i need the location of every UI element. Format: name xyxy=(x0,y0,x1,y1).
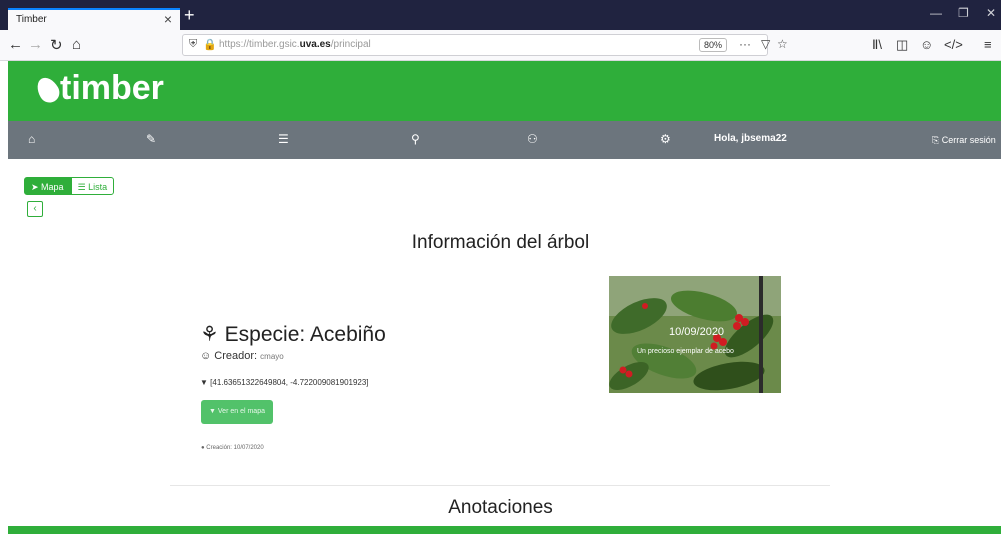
clock-icon: ● xyxy=(201,445,205,451)
view-on-map-label: Ver en el mapa xyxy=(217,408,265,415)
photo-caption: Un precioso ejemplar de acebo xyxy=(637,348,734,355)
tree-photo[interactable]: 10/09/2020 Un precioso ejemplar de acebo xyxy=(609,276,781,393)
devtools-icon[interactable]: </> xyxy=(944,37,963,52)
map-marker-icon: ▼ xyxy=(200,378,208,387)
main-navbar: ⌂ ✎ ☰ ⚲ ⚇ ⚙ Hola, jbsema22 ⎘ Cerrar sesi… xyxy=(8,121,1001,159)
forward-arrow-icon[interactable]: → xyxy=(28,36,43,53)
footer-bar xyxy=(8,526,1001,534)
tracking-shield-icon[interactable]: ⛨ xyxy=(189,38,197,51)
url-bar[interactable]: ⛨ 🔒 https://timber.gsic.uva.es/principal… xyxy=(182,34,788,56)
species-heading: ⚘ Especie: Acebiño xyxy=(200,322,386,347)
logout-label: Cerrar sesión xyxy=(941,135,996,145)
menu-icon[interactable]: ≡ xyxy=(984,37,992,52)
list-view-label: Lista xyxy=(88,182,108,192)
coordinates-line: ▼ [41.63651322649804, -4.722009081901923… xyxy=(200,378,369,387)
page-actions-icon[interactable]: ··· xyxy=(739,37,751,51)
view-on-map-button[interactable]: ▼ Ver en el mapa xyxy=(201,400,273,424)
bookmark-star-icon[interactable]: ☆ xyxy=(777,37,788,51)
url-text[interactable]: https://timber.gsic.uva.es/principal xyxy=(219,39,371,50)
home-browser-icon[interactable]: ⌂ xyxy=(72,36,81,53)
user-greeting[interactable]: Hola, jbsema22 xyxy=(714,133,787,144)
back-button[interactable]: ‹ xyxy=(27,201,43,217)
creator-value[interactable]: cmayo xyxy=(260,352,284,361)
edit-icon[interactable]: ✎ xyxy=(146,132,156,146)
map-view-label: Mapa xyxy=(41,182,64,192)
creator-line: ☺ Creador: cmayo xyxy=(200,350,284,362)
account-icon[interactable]: ☺ xyxy=(920,37,933,52)
browser-tab-strip: Timber × + — ❐ ✕ xyxy=(0,0,1001,30)
user-icon: ☺ xyxy=(200,350,212,362)
map-view-button[interactable]: ➤ Mapa xyxy=(24,177,71,195)
library-icon[interactable]: Ⅱ\ xyxy=(872,37,882,53)
zoom-level[interactable]: 80% xyxy=(699,38,728,52)
section-divider xyxy=(170,485,830,486)
back-arrow-icon[interactable]: ← xyxy=(8,36,23,53)
browser-toolbar: ← → ↻ ⌂ ⛨ 🔒 https://timber.gsic.uva.es/p… xyxy=(0,30,1001,61)
list-view-button[interactable]: ☰ Lista xyxy=(70,177,115,195)
annotations-title: Anotaciones xyxy=(448,497,553,518)
pocket-icon[interactable]: ▽ xyxy=(761,37,770,51)
creation-date-text: Creación: 10/07/2020 xyxy=(206,445,264,451)
tree-info-title: Información del árbol xyxy=(411,232,590,253)
browser-tab[interactable]: Timber × xyxy=(8,8,180,30)
reload-icon[interactable]: ↻ xyxy=(50,36,63,54)
tab-close-icon[interactable]: × xyxy=(164,11,172,27)
creator-label: Creador: xyxy=(214,350,258,362)
site-header: timber xyxy=(8,61,1001,121)
tab-title: Timber xyxy=(16,14,47,25)
sidebar-icon[interactable]: ◫ xyxy=(896,37,908,53)
creation-date: ● Creación: 10/07/2020 xyxy=(201,445,264,451)
view-toggle: ➤ Mapa ☰ Lista xyxy=(24,177,115,197)
species-label: Especie: Acebiño xyxy=(224,323,386,346)
photo-date: 10/09/2020 xyxy=(669,326,725,338)
settings-icon[interactable]: ⚙ xyxy=(660,132,671,146)
lock-icon[interactable]: 🔒 xyxy=(203,38,217,51)
users-icon[interactable]: ⚇ xyxy=(527,132,538,146)
site-logo[interactable]: timber xyxy=(60,69,164,108)
minimize-icon[interactable]: — xyxy=(930,6,942,20)
close-window-icon[interactable]: ✕ xyxy=(986,6,996,20)
logout-link[interactable]: ⎘ Cerrar sesión xyxy=(932,135,996,146)
leaf-logo-icon xyxy=(32,73,64,107)
home-icon[interactable]: ⌂ xyxy=(28,132,35,146)
maximize-icon[interactable]: ❐ xyxy=(958,6,969,20)
new-tab-button[interactable]: + xyxy=(184,5,195,26)
list-icon[interactable]: ☰ xyxy=(278,132,289,146)
coordinates-text: [41.63651322649804, -4.722009081901923] xyxy=(210,378,369,387)
search-icon[interactable]: ⚲ xyxy=(411,132,420,146)
plant-icon: ⚘ xyxy=(200,323,219,346)
